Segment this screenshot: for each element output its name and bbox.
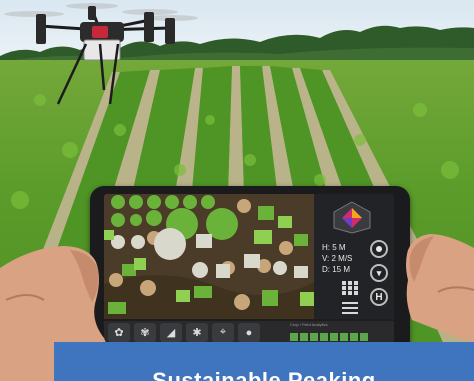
tablet-screen: H: 5 M V: 2 M/S D: 15 M ▾ H ✿ ✾ ◢ ✱ ⌖ ● …: [104, 194, 394, 344]
distance-readout: D: 15 M: [322, 265, 351, 274]
pin-icon: ▾: [376, 267, 382, 278]
telemetry-readout: H: 5 M V: 2 M/S D: 15 M: [322, 242, 352, 275]
chart-tool-button[interactable]: ◢: [160, 323, 182, 342]
bug-tool-button[interactable]: ✱: [186, 323, 208, 342]
grid-icon[interactable]: [340, 280, 360, 296]
menu-icon[interactable]: [342, 302, 358, 314]
toolbar-caption: Crop / Field Analytics: [290, 322, 328, 327]
record-icon: [376, 246, 382, 252]
orientation-cube-icon[interactable]: [332, 200, 372, 234]
drop-tool-button[interactable]: ●: [238, 323, 260, 342]
caption-banner: Sustainable Peaking: [54, 342, 474, 381]
analysis-toolbar: ✿ ✾ ◢ ✱ ⌖ ● Crop / Field Analytics: [104, 321, 394, 344]
plant-tool-button[interactable]: ✿: [108, 323, 130, 342]
drone: [4, 3, 198, 105]
altitude-readout: H: 5 M: [322, 243, 346, 252]
signal-bars: [290, 333, 368, 341]
tree-icon: ✾: [140, 327, 150, 339]
drop-icon: ●: [245, 326, 253, 339]
location-tool-button[interactable]: ⌖: [212, 323, 234, 342]
velocity-readout: V: 2 M/S: [322, 254, 353, 263]
crop-map-view[interactable]: [104, 194, 314, 319]
banner-title: Sustainable Peaking: [152, 368, 376, 381]
tree-tool-button[interactable]: ✾: [134, 323, 156, 342]
location-icon: ⌖: [219, 326, 227, 338]
bug-icon: ✱: [192, 327, 202, 339]
home-button[interactable]: H: [370, 288, 388, 306]
plant-icon: ✿: [114, 327, 124, 339]
chart-icon: ◢: [166, 327, 176, 339]
rotor-blade: [4, 11, 64, 17]
location-button[interactable]: ▾: [370, 264, 388, 282]
flight-control-panel: H: 5 M V: 2 M/S D: 15 M ▾ H: [314, 194, 394, 319]
home-button-label: H: [375, 291, 383, 303]
tablet-device: H: 5 M V: 2 M/S D: 15 M ▾ H ✿ ✾ ◢ ✱ ⌖ ● …: [90, 186, 410, 356]
camera-button[interactable]: [370, 240, 388, 258]
